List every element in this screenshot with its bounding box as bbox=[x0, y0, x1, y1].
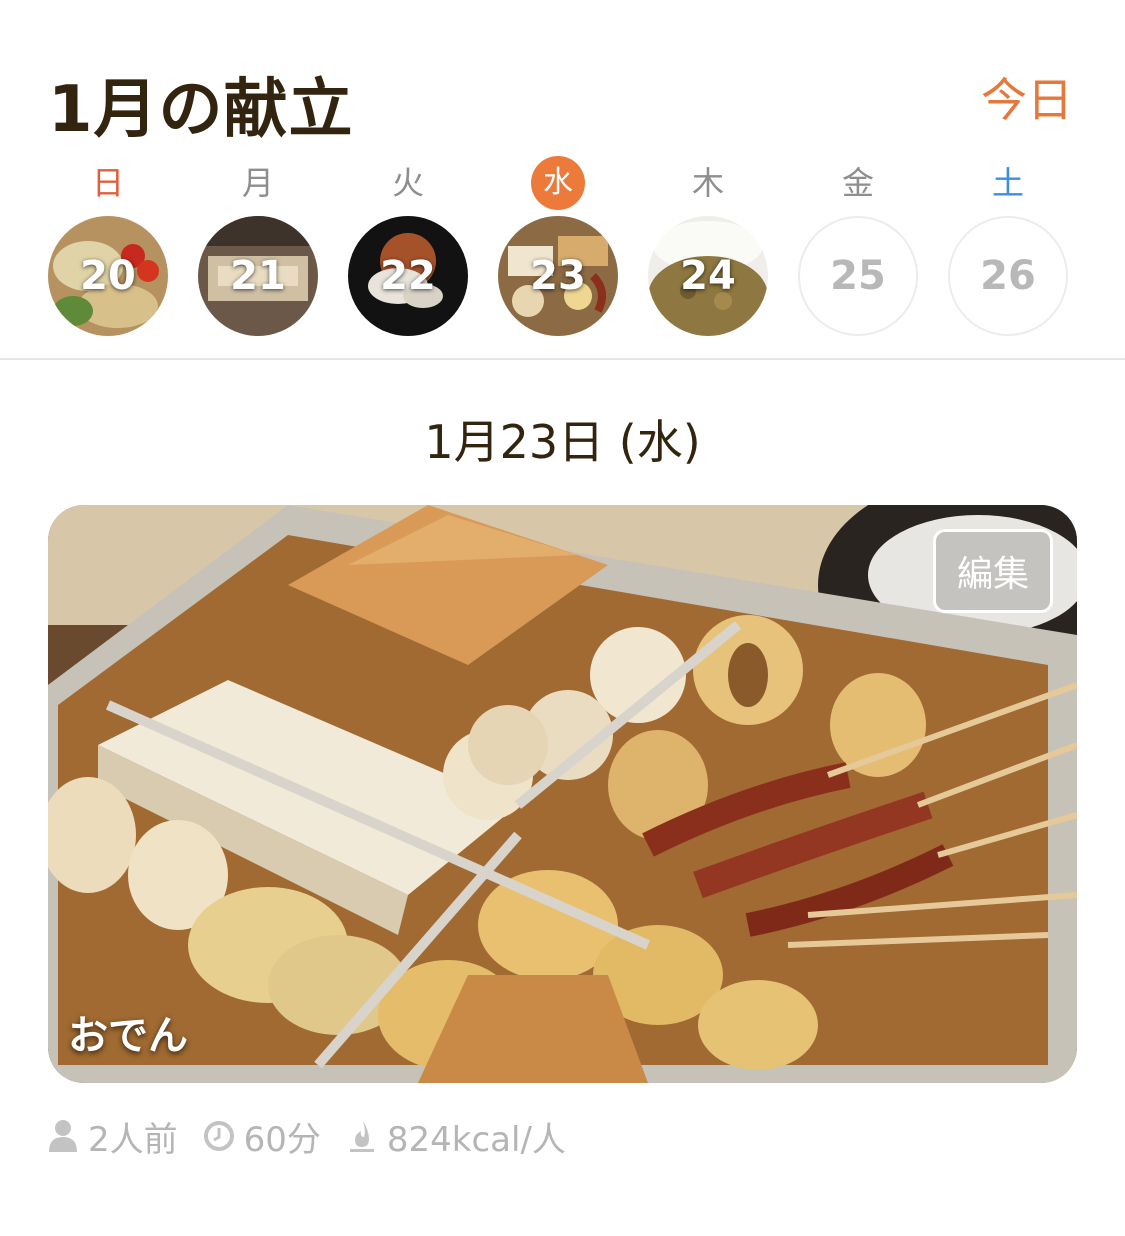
day-thumbnail[interactable]: 23 bbox=[498, 216, 618, 336]
recipe-meta: 2人前 60分 824kcal/人 bbox=[48, 1112, 592, 1161]
weekday-label: 金 bbox=[841, 164, 874, 202]
week-strip: 日 20 月 21 火 22 水 23 木 24 金 25 土 26 bbox=[0, 150, 1125, 350]
day-thumbnail-empty[interactable]: 26 bbox=[948, 216, 1068, 336]
day-thumbnail[interactable]: 22 bbox=[348, 216, 468, 336]
day-column: 月 21 bbox=[198, 150, 318, 340]
day-column: 木 24 bbox=[648, 150, 768, 340]
clock-icon bbox=[203, 1121, 234, 1151]
day-thumbnail-empty[interactable]: 25 bbox=[798, 216, 918, 336]
day-column: 日 20 bbox=[48, 150, 168, 340]
day-number: 23 bbox=[530, 253, 586, 299]
day-number: 21 bbox=[230, 253, 286, 299]
divider bbox=[0, 358, 1125, 360]
day-number: 26 bbox=[980, 253, 1036, 299]
weekday-label-selected: 水 bbox=[531, 156, 585, 210]
recipe-card[interactable]: 編集 おでん bbox=[48, 505, 1077, 1083]
weekday-label: 日 bbox=[91, 164, 124, 202]
calories-info: 824kcal/人 bbox=[347, 1112, 566, 1161]
selected-date-heading: 1月23日 (水) bbox=[424, 415, 701, 469]
flame-icon bbox=[349, 1121, 374, 1152]
day-column-selected: 水 23 bbox=[498, 150, 618, 340]
day-thumbnail[interactable]: 24 bbox=[648, 216, 768, 336]
time-text: 60分 bbox=[243, 1119, 321, 1160]
day-column: 土 26 bbox=[948, 150, 1068, 340]
weekday-label: 木 bbox=[691, 164, 724, 202]
servings-text: 2人前 bbox=[88, 1119, 178, 1160]
day-thumbnail[interactable]: 21 bbox=[198, 216, 318, 336]
edit-button[interactable]: 編集 bbox=[933, 529, 1053, 613]
weekday-label: 火 bbox=[391, 164, 424, 202]
day-number: 25 bbox=[830, 253, 886, 299]
calories-text: 824kcal/人 bbox=[386, 1119, 566, 1160]
day-column: 金 25 bbox=[798, 150, 918, 340]
day-number: 20 bbox=[80, 253, 136, 299]
today-button[interactable]: 今日 bbox=[981, 64, 1073, 130]
recipe-photo bbox=[48, 505, 1077, 1083]
day-number: 24 bbox=[680, 253, 736, 299]
time-info: 60分 bbox=[203, 1112, 321, 1161]
weekday-label: 土 bbox=[991, 164, 1024, 202]
servings-info: 2人前 bbox=[48, 1112, 178, 1161]
person-icon bbox=[49, 1120, 77, 1152]
day-column: 火 22 bbox=[348, 150, 468, 340]
day-number: 22 bbox=[380, 253, 436, 299]
day-thumbnail[interactable]: 20 bbox=[48, 216, 168, 336]
header: 1月の献立 今日 bbox=[0, 0, 1125, 147]
page-title: 1月の献立 bbox=[48, 73, 354, 147]
weekday-label: 月 bbox=[241, 164, 274, 202]
dish-name: おでん bbox=[68, 1013, 188, 1059]
